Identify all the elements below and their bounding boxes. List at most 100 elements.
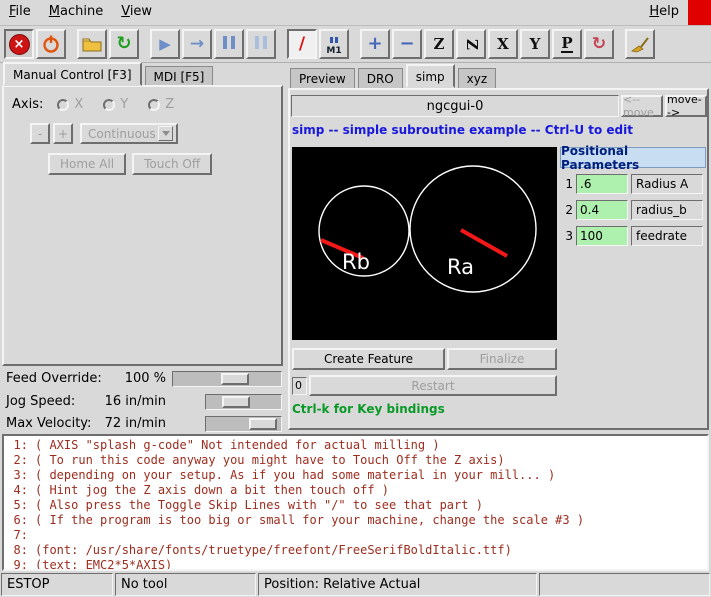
max-velocity-value: 72 in/min: [98, 416, 166, 431]
view-y-button[interactable]: Y: [520, 29, 550, 59]
manual-control-frame: Axis: X Y Z - + Continuous: [2, 85, 283, 366]
gcode-listing: 1:( AXIS "splash g-code" Not intended fo…: [2, 434, 709, 571]
key-bindings-hint: Ctrl-k for Key bindings: [292, 402, 445, 416]
jog-mode-value: Continuous: [88, 127, 156, 141]
tab-manual-control[interactable]: Manual Control [F3]: [3, 62, 142, 86]
restart-count-field[interactable]: 0: [292, 377, 307, 395]
status-filler: [539, 573, 710, 596]
jog-speed-value: 16 in/min: [98, 394, 166, 409]
gcode-line[interactable]: 8:(font: /usr/share/fonts/truetype/freef…: [8, 543, 703, 558]
axis-radio-y[interactable]: Y: [103, 97, 128, 112]
tab-xyz[interactable]: xyz: [458, 68, 497, 88]
step-button[interactable]: [246, 29, 276, 59]
jog-speed-thumb[interactable]: [222, 396, 250, 408]
param-number: 3: [560, 229, 573, 243]
home-all-button[interactable]: Home All: [48, 153, 126, 175]
jog-speed-slider[interactable]: [205, 394, 282, 410]
status-tool: No tool: [115, 573, 256, 596]
radius-b-label: Rb: [342, 250, 370, 274]
feed-override-row: Feed Override: 100 %: [0, 368, 286, 390]
preview-panel: Preview DRO simp xyz ngcgui-0 <--move mo…: [286, 63, 711, 432]
touch-off-button[interactable]: Touch Off: [132, 153, 212, 175]
gcode-line[interactable]: 4:( Hint jog the Z axis down a bit then …: [8, 483, 703, 498]
zoom-out-button[interactable]: −: [392, 29, 422, 59]
gcode-line[interactable]: 3:( depending on your setup. As if you h…: [8, 468, 703, 483]
menu-view[interactable]: View: [112, 0, 161, 25]
run-icon: ▶: [159, 37, 171, 52]
menu-file[interactable]: File: [0, 0, 40, 25]
tab-dro[interactable]: DRO: [358, 68, 403, 88]
open-file-button[interactable]: [77, 29, 107, 59]
jog-plus-button[interactable]: +: [53, 123, 73, 144]
menu-help[interactable]: Help: [640, 0, 688, 25]
move-right-button[interactable]: move-->: [665, 95, 707, 117]
view-z-rotated-button[interactable]: Z: [456, 29, 486, 59]
reload-button[interactable]: ↻: [109, 29, 139, 59]
menu-machine[interactable]: Machine: [40, 0, 112, 25]
estop-icon: ×: [9, 34, 30, 55]
param-name-field: feedrate: [631, 226, 703, 246]
right-tabbar: Preview DRO simp xyz: [290, 65, 499, 88]
toggle-skip-lines-button[interactable]: /: [287, 29, 317, 59]
gcode-line[interactable]: 9:(text: EMC2*5*AXIS): [8, 558, 703, 571]
view-x-button[interactable]: X: [488, 29, 518, 59]
view-perspective-icon: P: [561, 36, 572, 53]
machine-power-button[interactable]: [36, 29, 66, 59]
gcode-line[interactable]: 6:( If the program is too big or small f…: [8, 513, 703, 528]
param-value-input[interactable]: 100: [576, 226, 628, 246]
feed-override-slider[interactable]: [172, 371, 282, 387]
feed-override-thumb[interactable]: [221, 373, 249, 385]
toggle-optional-pause-button[interactable]: M1: [319, 29, 349, 59]
view-x-icon: X: [497, 37, 509, 52]
max-velocity-thumb[interactable]: [249, 418, 277, 430]
axis-radio-x[interactable]: X: [57, 97, 83, 112]
param-value-input[interactable]: 0.4: [576, 200, 628, 220]
jog-minus-button[interactable]: -: [30, 123, 50, 144]
pause-icon: [221, 36, 237, 53]
run-from-line-button[interactable]: →: [182, 29, 212, 59]
gcode-line[interactable]: 7:: [8, 528, 703, 543]
gcode-line[interactable]: 1:( AXIS "splash g-code" Not intended fo…: [8, 438, 703, 453]
zoom-in-button[interactable]: +: [360, 29, 390, 59]
param-name-field: radius_b: [631, 200, 703, 220]
move-left-button[interactable]: <--move: [621, 95, 663, 117]
combo-dropdown-icon: [158, 126, 173, 141]
zoom-in-icon: +: [367, 35, 382, 53]
max-velocity-slider[interactable]: [205, 416, 282, 432]
ngcgui-subtitle: simp -- simple subroutine example -- Ctr…: [292, 123, 633, 137]
jog-mode-select[interactable]: Continuous: [80, 123, 178, 144]
param-value-input[interactable]: .6: [576, 174, 628, 194]
view-perspective-button[interactable]: P: [552, 29, 582, 59]
axis-label: Axis:: [12, 97, 43, 112]
run-button[interactable]: ▶: [150, 29, 180, 59]
zoom-out-icon: −: [399, 35, 414, 53]
m1-label: M1: [326, 47, 341, 56]
gcode-line[interactable]: 2:( To run this code anyway you might ha…: [8, 453, 703, 468]
jog-speed-label: Jog Speed:: [6, 394, 75, 409]
restart-button[interactable]: Restart: [309, 375, 557, 396]
pause-button[interactable]: [214, 29, 244, 59]
clear-plot-button[interactable]: [625, 29, 655, 59]
axis-window: File Machine View Help ×: [0, 0, 711, 597]
view-z-button[interactable]: Z: [424, 29, 454, 59]
tab-simp[interactable]: simp: [406, 64, 455, 88]
view-z-rotated-icon: Z: [463, 39, 478, 50]
create-feature-button[interactable]: Create Feature: [292, 348, 445, 370]
toolbar-group-machine: ×: [4, 29, 66, 59]
estop-button[interactable]: ×: [4, 29, 34, 59]
axis-radio-z[interactable]: Z: [148, 97, 174, 112]
positional-parameters-header: Positional Parameters: [560, 147, 706, 168]
skip-lines-icon: /: [299, 36, 305, 53]
feed-override-label: Feed Override:: [6, 371, 102, 386]
gcode-line[interactable]: 5:( Also press the Toggle Skip Lines wit…: [8, 498, 703, 513]
optional-pause-icon: M1: [326, 33, 341, 56]
tab-mdi[interactable]: MDI [F5]: [145, 66, 214, 86]
rotate-view-button[interactable]: ↻: [584, 29, 614, 59]
reload-icon: ↻: [116, 35, 131, 53]
axis-x-label: X: [74, 97, 83, 112]
toolbar-group-file: ↻: [77, 29, 139, 59]
finalize-button[interactable]: Finalize: [447, 348, 557, 370]
feed-override-value: 100 %: [98, 371, 166, 386]
rotate-icon: ↻: [592, 36, 606, 53]
tab-preview[interactable]: Preview: [290, 68, 355, 88]
